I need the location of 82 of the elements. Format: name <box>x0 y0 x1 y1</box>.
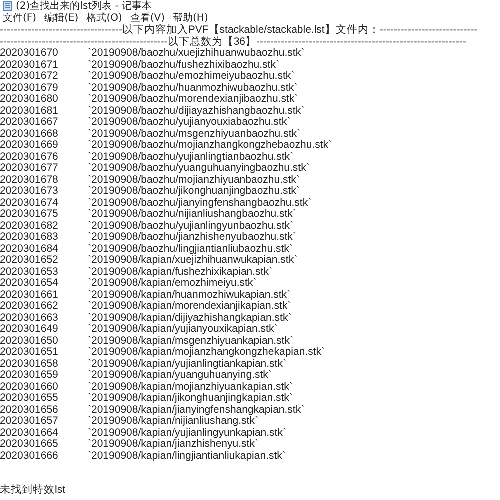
notepad-icon <box>3 1 12 11</box>
menu-item[interactable]: 查看(V) <box>130 11 166 25</box>
file-path: `20190908/kapian/morendexianjikapian.stk` <box>88 301 292 312</box>
item-id: 2020301651 <box>0 347 60 358</box>
item-id: 2020301660 <box>0 382 60 393</box>
file-path: `20190908/baozhu/fushezhixibaozhu.stk` <box>88 60 280 71</box>
file-path: `20190908/baozhu/emozhimeiyubaozhu.stk` <box>88 71 295 82</box>
window-title: (2)查找出来的lst列表 - 记事本 <box>16 0 152 12</box>
item-id: 2020301675 <box>0 209 60 220</box>
item-id: 2020301682 <box>0 220 60 232</box>
item-id: 2020301678 <box>0 174 60 186</box>
file-path: `20190908/kapian/yujianlingyunkapian.stk` <box>88 428 286 438</box>
item-id: 2020301679 <box>0 82 60 94</box>
item-id: 2020301664 <box>0 428 60 439</box>
file-path: `20190908/baozhu/yujianlingyunbaozhu.stk` <box>88 220 294 232</box>
item-id: 2020301684 <box>0 244 60 255</box>
file-path: `20190908/baozhu/msgenzhiyuanbaozhu.stk` <box>88 128 300 140</box>
item-id: 2020301655 <box>0 393 60 404</box>
menu-item[interactable]: 帮助(H) <box>173 11 208 25</box>
item-id: 2020301661 <box>0 290 60 301</box>
file-path: `20190908/baozhu/yuanguhuanyingbaozhu.stk` <box>88 163 310 174</box>
separator-line-text: -----------------------------------以下内容加入PVF【stackable/stackable.lst】文件内：---------------------------- <box>0 25 478 36</box>
file-path: `20190908/kapian/fushezhixikapian.stk` <box>88 266 272 278</box>
file-path: `20190908/baozhu/morendexianjibaozhu.stk` <box>88 94 298 106</box>
item-id: 2020301666 <box>0 450 60 462</box>
file-path: `20190908/kapian/yuanguhuanying.stk` <box>88 370 272 382</box>
item-id: 2020301671 <box>0 60 60 71</box>
item-id: 2020301667 <box>0 117 60 128</box>
item-id: 2020301680 <box>0 94 60 106</box>
file-path: `20190908/kapian/emozhimeiyu.stk` <box>88 278 257 290</box>
file-path: `20190908/kapian/mojianzhiyuankapian.stk` <box>88 382 293 392</box>
file-path: `20190908/baozhu/nijianliushangbaozhu.stk` <box>88 209 296 220</box>
item-id: 2020301676 <box>0 152 60 163</box>
file-path: `20190908/kapian/nijianliushang.stk` <box>88 416 258 428</box>
file-path: `20190908/kapian/dijiyazhishangkapian.stk` <box>88 312 292 324</box>
item-id: 2020301672 <box>0 71 60 82</box>
item-id: 2020301673 <box>0 186 60 198</box>
item-id: 2020301670 <box>0 48 60 60</box>
menu-item[interactable]: 编辑(E) <box>44 11 79 25</box>
item-id: 2020301658 <box>0 358 60 370</box>
file-path: `20190908/baozhu/jianyingfenshangbaozhu.stk` <box>88 198 312 208</box>
item-id: 2020301652 <box>0 255 60 266</box>
menu-item[interactable]: 文件(F) <box>3 11 37 25</box>
item-id: 2020301674 <box>0 198 60 209</box>
item-id: 2020301665 <box>0 439 60 450</box>
file-path: `20190908/baozhu/lingjiantianliubaozhu.stk` <box>88 244 293 254</box>
file-path: `20190908/kapian/jianzhishenyu.stk` <box>88 439 258 450</box>
item-id: 2020301656 <box>0 404 60 416</box>
file-path: `20190908/kapian/jianyingfenshangkapian.stk` <box>88 404 305 416</box>
item-id: 2020301650 <box>0 336 60 347</box>
item-id: 2020301669 <box>0 140 60 152</box>
menu-item[interactable]: 格式(O) <box>86 11 122 25</box>
item-id: 2020301677 <box>0 163 60 174</box>
item-id: 2020301662 <box>0 301 60 312</box>
item-id: 2020301657 <box>0 416 60 428</box>
item-id: 2020301681 <box>0 106 60 117</box>
file-path: `20190908/baozhu/jikonghuanjingbaozhu.stk` <box>88 186 300 198</box>
item-id: 2020301654 <box>0 278 60 290</box>
file-path: `20190908/kapian/xuejizhihuanwukapian.stk` <box>88 255 298 266</box>
file-path: `20190908/kapian/huanmozhiwukapian.stk` <box>88 290 291 300</box>
status-message: 未找到特效lst <box>0 485 66 496</box>
file-path: `20190908/baozhu/jianzhishenyubaozhu.stk` <box>88 232 296 244</box>
separator-line-text: ------------------------------------------------以下总数为【36】------------------------------------------------------------ <box>0 36 466 48</box>
file-path: `20190908/kapian/msgenzhiyuankapian.stk` <box>88 336 294 346</box>
file-path: `20190908/baozhu/mojianzhiyuanbaozhu.stk` <box>88 174 300 186</box>
item-id: 2020301659 <box>0 370 60 382</box>
file-path: `20190908/baozhu/yujianlingtianbaozhu.stk` <box>88 152 294 162</box>
item-id: 2020301663 <box>0 312 60 324</box>
item-id: 2020301649 <box>0 324 60 336</box>
file-path: `20190908/kapian/lingjiantianliukapian.stk` <box>88 450 286 462</box>
file-path: `20190908/baozhu/huanmozhiwubaozhu.stk` <box>88 82 298 94</box>
file-path: `20190908/kapian/mojianzhangkongzhekapian.stk` <box>88 347 325 358</box>
file-path: `20190908/baozhu/yujianyouxiabaozhu.stk` <box>88 117 291 128</box>
file-path: `20190908/kapian/jikonghuanjingkapian.stk` <box>88 393 293 404</box>
item-id: 2020301653 <box>0 266 60 278</box>
file-path: `20190908/baozhu/dijiayazhishangbaozhu.stk` <box>88 106 305 116</box>
file-path: `20190908/baozhu/mojianzhangkongzhebaozhu.stk` <box>88 140 332 152</box>
item-id: 2020301668 <box>0 128 60 140</box>
file-path: `20190908/kapian/yujianlingtiankapian.stk` <box>88 358 286 370</box>
file-path: `20190908/baozhu/xuejizhihuanwubaozhu.stk` <box>88 48 305 60</box>
item-id: 2020301683 <box>0 232 60 244</box>
file-path: `20190908/kapian/yujianyouxikapian.stk` <box>88 324 278 336</box>
